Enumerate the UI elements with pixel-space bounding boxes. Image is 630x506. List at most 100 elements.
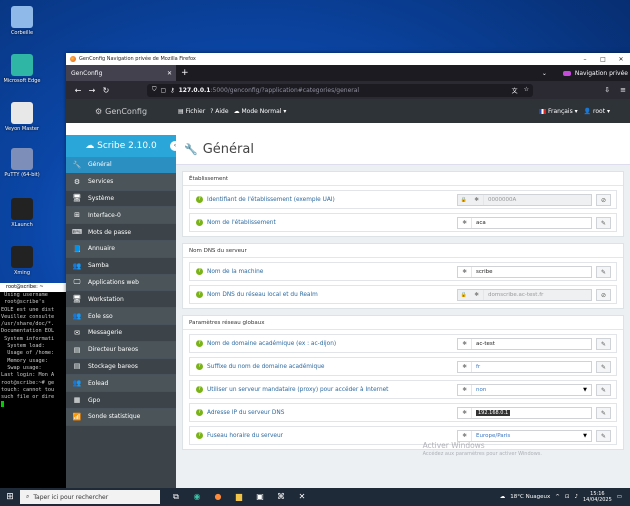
sidebar-item-annuaire[interactable]: 📘 Annuaire (66, 240, 176, 258)
menu-help[interactable]: ? Aide (210, 108, 228, 115)
sidebar-item-stockage-bareos[interactable]: ▤ Stockage bareos (66, 359, 176, 376)
help-icon[interactable]: ? (196, 291, 203, 298)
dropdown-caret-icon[interactable]: ▼ (583, 387, 587, 393)
help-icon[interactable]: ? (196, 196, 203, 203)
disabled-icon[interactable]: ⊘ (596, 194, 611, 206)
edit-icon[interactable]: ✎ (596, 338, 611, 350)
dropdown-caret-icon[interactable]: ▼ (583, 433, 587, 439)
sidebar-item-sonde-statistique[interactable]: 📶 Sonde statistique (66, 408, 176, 426)
desktop-icon-1[interactable]: Microsoft Edge (0, 54, 44, 84)
sidebar-item-gpo[interactable]: ▦ Gpo (66, 392, 176, 409)
forward-icon[interactable]: → (85, 86, 99, 95)
sidebar-item-eolead[interactable]: 👥 Eolead (66, 375, 176, 393)
sidebar-item-workstation[interactable]: 🖥 Workstation (66, 291, 176, 309)
firefox-taskbar-icon[interactable]: ● (212, 492, 224, 502)
browser-window[interactable]: GenConfig Navigation privée de Mozilla F… (66, 53, 630, 488)
setting-input[interactable]: ✱ aca (457, 217, 592, 229)
edit-icon[interactable]: ✎ (596, 430, 611, 442)
tab-genconfig[interactable]: GenConfig ✕ (66, 65, 176, 81)
chevron-down-icon[interactable]: ⌄ (542, 70, 547, 77)
windows-start-icon[interactable]: ⊞ (0, 492, 20, 502)
help-icon[interactable]: ? (196, 363, 203, 370)
setting-input[interactable]: 🔒 ✱ domscribe.ac-test.fr (457, 289, 592, 301)
app-icon (11, 6, 33, 28)
sidebar-item-directeur-bareos[interactable]: ▤ Directeur bareos (66, 341, 176, 359)
setting-label[interactable]: ? Fuseau horaire du serveur (190, 432, 283, 439)
tab-close-icon[interactable]: ✕ (167, 70, 172, 77)
setting-label[interactable]: ? Utiliser un serveur mandataire (proxy) … (190, 386, 388, 393)
edit-icon[interactable]: ✎ (596, 266, 611, 278)
setting-label[interactable]: ? Nom de la machine (190, 268, 263, 275)
new-tab-icon[interactable]: + (181, 68, 189, 78)
volume-icon[interactable]: ♪ (574, 494, 578, 500)
desktop-icon-5[interactable]: Xming (0, 246, 44, 276)
help-icon[interactable]: ? (196, 340, 203, 347)
setting-input[interactable]: 🔒 ✱ 0000000A (457, 194, 592, 206)
sidebar-item-services[interactable]: ⚙ Services (66, 173, 176, 191)
terminal-window[interactable]: root@scribe: ~ Using username root@scrib… (0, 283, 70, 488)
sidebar-item-messagerie[interactable]: ✉ Messagerie (66, 325, 176, 342)
app-brand[interactable]: ⚙ GenConfig (66, 107, 176, 116)
back-icon[interactable]: ← (71, 86, 85, 95)
setting-select[interactable]: ✱ non ▼ (457, 384, 592, 396)
setting-input[interactable]: ✱ fr (457, 361, 592, 373)
sidebar-item-interface-0[interactable]: ⊞ Interface-0 (66, 207, 176, 225)
edit-icon[interactable]: ✎ (596, 217, 611, 229)
desktop-icon-4[interactable]: XLaunch (0, 198, 44, 228)
help-icon[interactable]: ? (196, 219, 203, 226)
sidebar-item-mots-de-passe[interactable]: ⌨ Mots de passe (66, 224, 176, 241)
menu-mode[interactable]: ☁ Mode Normal ▾ (234, 108, 287, 115)
desktop-icon-3[interactable]: PuTTY (64-bit) (0, 148, 44, 178)
setting-label[interactable]: ? Nom DNS du réseau local et du Realm (190, 291, 318, 298)
setting-label[interactable]: ? Nom de domaine académique (ex : ac-dijo… (190, 340, 336, 347)
user-menu[interactable]: 👤 root ▾ (584, 108, 610, 115)
network-icon[interactable]: ⊡ (565, 494, 570, 500)
setting-label[interactable]: ? Suffixe du nom de domaine académique (190, 363, 324, 370)
clock[interactable]: 15:16 14/04/2025 (583, 491, 612, 503)
setting-input[interactable]: ✱ scribe (457, 266, 592, 278)
minimize-icon[interactable]: – (576, 56, 594, 63)
language-menu[interactable]: Français ▾ (539, 108, 578, 115)
shield-icon[interactable]: ⛉ (152, 86, 157, 94)
translate-icon[interactable]: 文 (512, 86, 518, 95)
close-icon[interactable]: ✕ (612, 56, 630, 63)
help-icon[interactable]: ? (196, 268, 203, 275)
extensions-icon[interactable]: ⇩ (604, 86, 610, 94)
desktop-icon-0[interactable]: Corbeille (0, 6, 44, 36)
help-icon[interactable]: ? (196, 432, 203, 439)
setting-input[interactable]: ✱ ac-test (457, 338, 592, 350)
edge-icon[interactable]: ◉ (191, 492, 203, 502)
setting-label[interactable]: ? Nom de l'établissement (190, 219, 276, 226)
help-icon[interactable]: ? (196, 386, 203, 393)
edit-icon[interactable]: ✎ (596, 384, 611, 396)
edit-icon[interactable]: ✎ (596, 407, 611, 419)
desktop-icon-2[interactable]: Veyon Master (0, 102, 44, 132)
store-icon[interactable]: ▣ (254, 492, 266, 502)
sidebar-item-samba[interactable]: 👥 Samba (66, 258, 176, 275)
sidebar-item-eole-sso[interactable]: 👥 Eole sso (66, 308, 176, 325)
maximize-icon[interactable]: □ (594, 56, 612, 63)
file-explorer-icon[interactable]: ▆ (233, 492, 245, 502)
tray-chevron-icon[interactable]: ^ (555, 494, 560, 500)
setting-label[interactable]: ? Identifiant de l'établissement (exemple… (190, 196, 335, 203)
sidebar-item-applications-web[interactable]: 🖵 Applications web (66, 274, 176, 292)
putty-taskbar-icon[interactable]: ⌘ (275, 492, 287, 502)
xlaunch-taskbar-icon[interactable]: ✕ (296, 492, 308, 502)
weather-icon[interactable]: ☁ (500, 494, 506, 500)
taskbar-search[interactable]: ⌕ Taper ici pour rechercher (20, 490, 160, 504)
reload-icon[interactable]: ↻ (99, 86, 113, 95)
weather-label[interactable]: 18°C Nuageux (510, 494, 550, 500)
disabled-icon[interactable]: ⊘ (596, 289, 611, 301)
sidebar-item-syst-me[interactable]: 🖥 Système (66, 191, 176, 208)
sidebar-item-g-n-ral[interactable]: 🔧 Général (66, 157, 176, 174)
hamburger-menu-icon[interactable]: ≡ (620, 86, 626, 94)
setting-label[interactable]: ? Adresse IP du serveur DNS (190, 409, 284, 416)
setting-input[interactable]: ✱ 192.168.0.1 (457, 407, 592, 419)
edit-icon[interactable]: ✎ (596, 361, 611, 373)
task-view-icon[interactable]: ⧉ (170, 492, 182, 502)
menu-file[interactable]: ▤ Fichier (178, 108, 205, 115)
bookmark-star-icon[interactable]: ☆ (524, 86, 529, 95)
url-bar[interactable]: ⛉ ▢ ⚷ 127.0.0.1 :5000/genconfig/?applica… (147, 83, 533, 97)
help-icon[interactable]: ? (196, 409, 203, 416)
notifications-icon[interactable]: ▭ (617, 494, 622, 500)
